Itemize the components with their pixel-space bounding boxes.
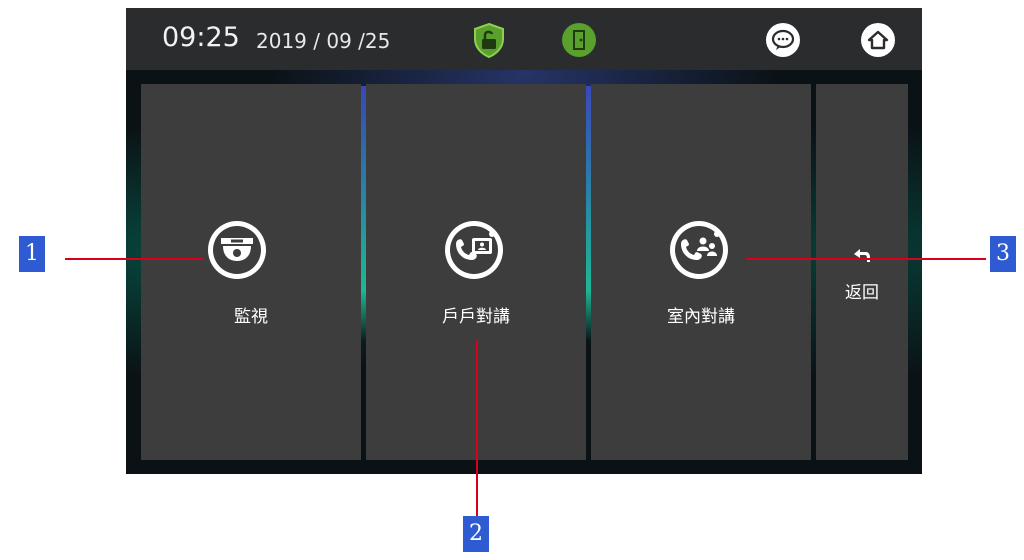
camera-dome-icon xyxy=(208,221,266,279)
clock-time: 09:25 xyxy=(162,22,240,53)
callout-badge-2: 2 xyxy=(463,516,489,552)
callout-line-2 xyxy=(476,340,478,516)
tile-label-indoor-intercom: 室內對講 xyxy=(667,307,735,327)
clock-date: 2019 / 09 /25 xyxy=(256,29,391,53)
message-button[interactable] xyxy=(766,23,800,57)
callout-badge-1: 1 xyxy=(19,236,45,272)
indoor-intercom-icon xyxy=(670,221,728,279)
tile-label-monitor: 監視 xyxy=(234,307,268,327)
tile-label-unit-intercom: 戶戶對講 xyxy=(442,307,510,327)
status-bar: 09:25 2019 / 09 /25 xyxy=(126,8,922,70)
callout-line-1 xyxy=(65,258,203,260)
message-icon xyxy=(771,29,795,50)
tile-monitor[interactable]: 監視 xyxy=(141,84,361,460)
tile-indoor-intercom[interactable]: 室內對講 xyxy=(591,84,811,460)
back-arrow-icon xyxy=(854,249,870,262)
home-icon xyxy=(867,30,889,50)
callout-badge-3: 3 xyxy=(990,236,1016,272)
callout-line-3 xyxy=(746,258,986,260)
back-label: 返回 xyxy=(845,283,879,303)
home-button[interactable] xyxy=(861,23,895,57)
door-icon[interactable] xyxy=(560,21,598,59)
intercom-screen: 09:25 2019 / 09 /25 監視 戶戶對講 室內對講 返回 xyxy=(126,8,922,474)
unlock-shield-icon[interactable] xyxy=(470,21,508,59)
unit-intercom-icon xyxy=(445,221,503,279)
tile-back[interactable] xyxy=(816,84,908,460)
